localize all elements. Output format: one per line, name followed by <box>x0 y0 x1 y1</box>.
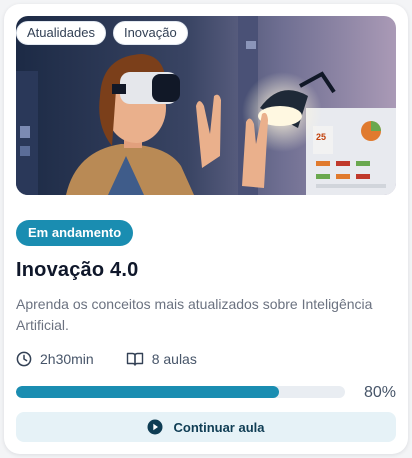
lessons-text: 8 aulas <box>151 351 197 367</box>
tag-inovacao[interactable]: Inovação <box>112 21 188 45</box>
progress-percentage: 80% <box>363 384 396 401</box>
progress-bar <box>16 386 345 398</box>
continue-lesson-button[interactable]: Continuar aula <box>16 412 396 442</box>
status-badge: Em andamento <box>16 220 134 246</box>
clock-icon <box>16 351 32 367</box>
tag-list: Atualidades Inovação <box>16 21 188 45</box>
kebab-menu-icon[interactable] <box>392 20 406 42</box>
progress-bar-fill <box>16 386 280 398</box>
lessons-info: 8 aulas <box>126 351 197 367</box>
duration-text: 2h30min <box>40 351 94 367</box>
course-title: Inovação 4.0 <box>16 259 139 281</box>
duration-info: 2h30min <box>16 351 94 367</box>
course-card: 25 Atualidades Inovação Em andamento Ino… <box>4 4 408 454</box>
course-meta: 2h30min 8 aulas <box>16 351 197 367</box>
svg-text:25: 25 <box>316 132 326 142</box>
course-description: Aprenda os conceitos mais atualizados so… <box>16 296 373 333</box>
continue-lesson-label: Continuar aula <box>173 419 265 435</box>
tag-atualidades[interactable]: Atualidades <box>16 21 106 45</box>
book-icon <box>126 352 143 366</box>
play-icon <box>147 419 163 435</box>
